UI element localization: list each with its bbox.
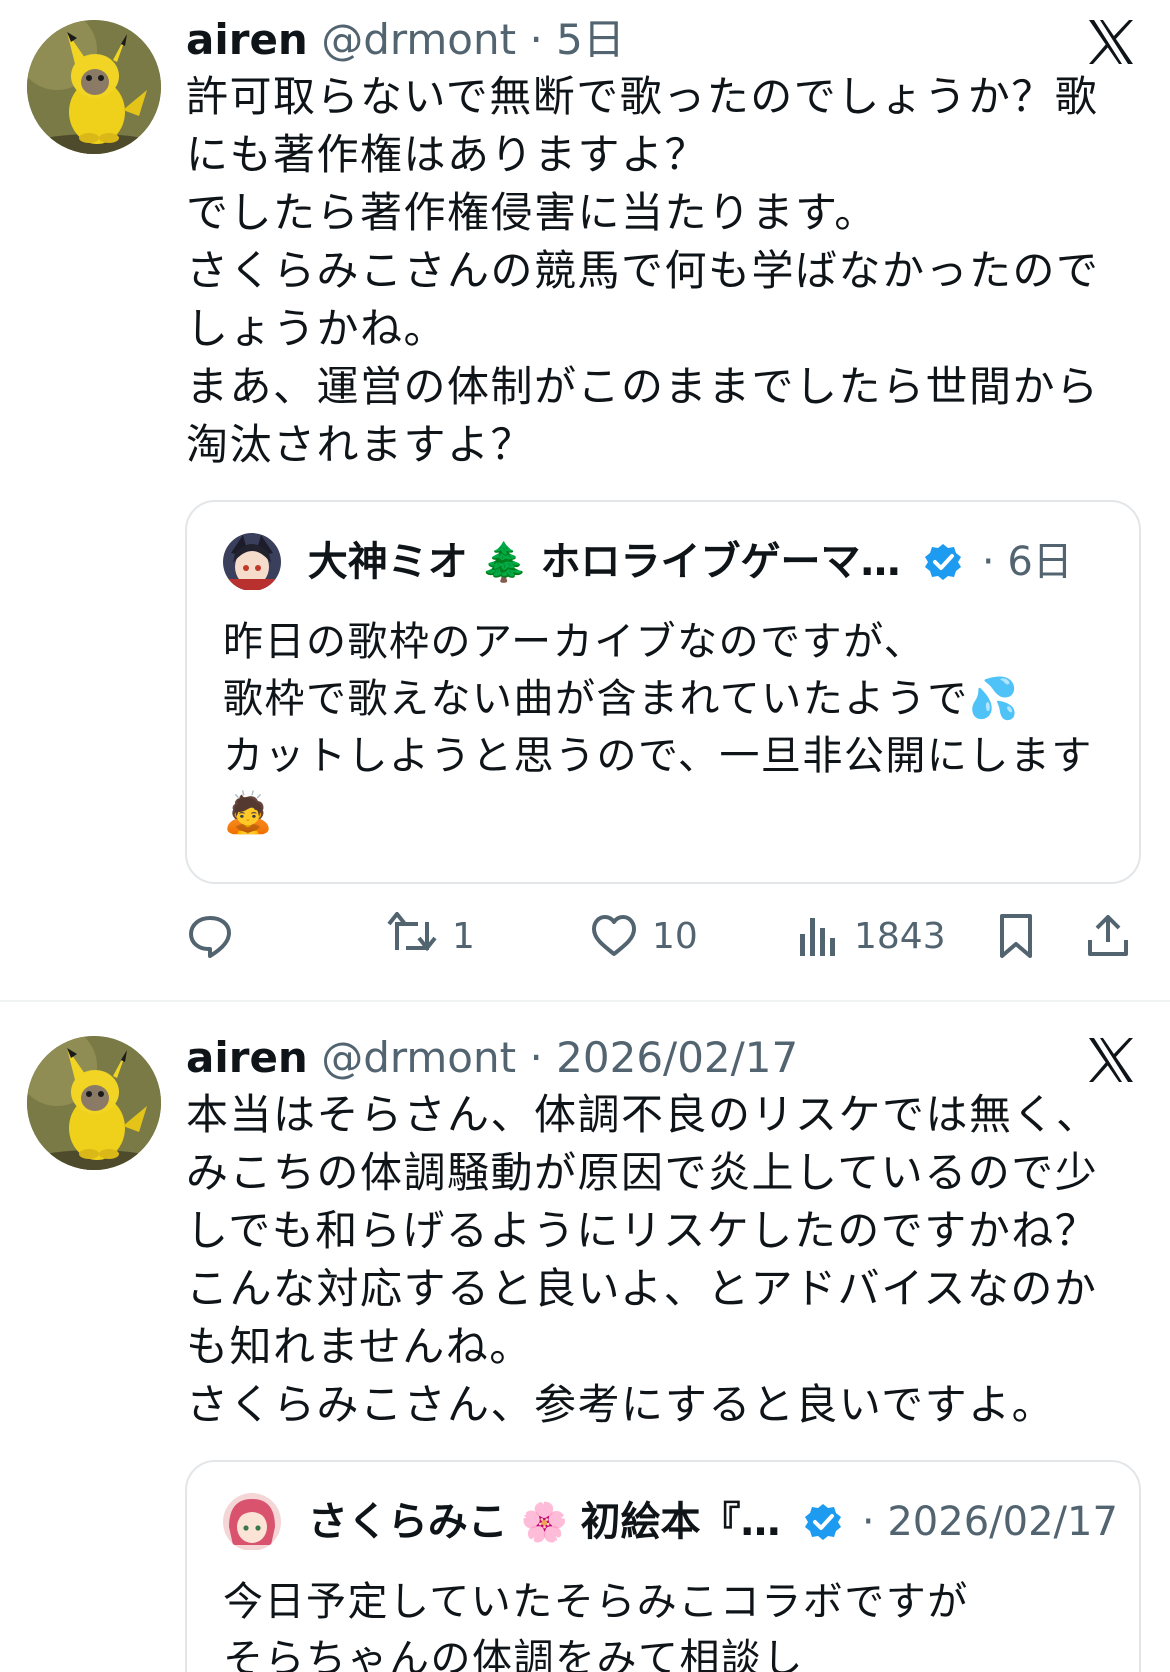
reply-button[interactable] <box>186 906 248 966</box>
cherry-blossom-emoji: 🌸 <box>520 1500 568 1544</box>
share-icon <box>1088 915 1128 956</box>
timestamp[interactable]: 5日 <box>556 15 625 64</box>
tweet-text: 本当はそらさん、体調不良のリスケでは無く、みこちの体調騒動が原因で炎上しているの… <box>186 1090 1100 1429</box>
like-icon <box>592 915 636 956</box>
quoted-tweet-header: さくらみこ 🌸 初絵本『… · 2026/02/17 <box>223 1490 1123 1550</box>
tweet[interactable]: airen @drmont · 5日 許可取らないで無断で歌ったのでしょうか？歌… <box>0 0 1170 1000</box>
quoted-timestamp[interactable]: 6日 <box>1007 539 1072 585</box>
quoted-tweet[interactable]: 大神ミオ 🌲 ホロライブゲーマ… · 6日 昨日の歌枠のアーカイブなのですが、 … <box>185 500 1141 884</box>
quoted-display-name[interactable]: 大神ミオ <box>308 539 468 585</box>
quoted-tweet-text: 今日予定していたそらみこコラボですが そらちゃんの体調をみて相談し <box>223 1579 969 1672</box>
avatar[interactable] <box>27 1036 161 1170</box>
quoted-avatar[interactable] <box>223 1493 281 1550</box>
avatar[interactable] <box>27 20 161 154</box>
quoted-tweet[interactable]: さくらみこ 🌸 初絵本『… · 2026/02/17 今日予定していたそらみこコ… <box>185 1460 1141 1672</box>
tweet-text: 許可取らないで無断で歌ったのでしょうか？歌にも著作権はありますよ？ でしたら著作… <box>186 72 1100 469</box>
quoted-tweet-text: 昨日の歌枠のアーカイブなのですが、 歌枠で歌えない曲が含まれていたようで💦 カッ… <box>223 619 1093 836</box>
tweet-header: airen @drmont · 2026/02/17 <box>186 1030 1050 1086</box>
quoted-avatar[interactable] <box>223 533 281 590</box>
x-logo-icon[interactable] <box>1085 1034 1137 1086</box>
tree-emoji: 🌲 <box>480 540 528 584</box>
quoted-timestamp[interactable]: 2026/02/17 <box>887 1499 1118 1545</box>
views-icon <box>800 918 835 956</box>
reply-icon <box>189 916 231 958</box>
quoted-display-name-rest[interactable]: ホロライブゲーマ… <box>540 539 900 585</box>
retweet-button[interactable]: 1 <box>386 906 475 966</box>
like-count: 10 <box>652 915 698 957</box>
views-button[interactable]: 1843 <box>796 906 946 966</box>
like-button[interactable]: 10 <box>590 906 698 966</box>
user-handle[interactable]: @drmont <box>321 1033 516 1082</box>
separator-dot: · <box>529 15 543 64</box>
quoted-display-name[interactable]: さくらみこ <box>308 1499 508 1545</box>
timestamp[interactable]: 2026/02/17 <box>556 1033 798 1082</box>
quoted-tweet-header: 大神ミオ 🌲 ホロライブゲーマ… · 6日 <box>223 530 1123 590</box>
verified-badge-icon <box>805 1504 842 1540</box>
verified-badge-icon <box>925 544 962 580</box>
x-logo-icon[interactable] <box>1085 16 1137 68</box>
tweet[interactable]: airen @drmont · 2026/02/17 本当はそらさん、体調不良の… <box>0 1002 1170 1672</box>
view-count: 1843 <box>854 915 946 957</box>
bookmark-icon <box>1000 914 1032 958</box>
display-name[interactable]: airen <box>186 15 308 64</box>
separator-dot: · <box>861 1499 875 1545</box>
separator-dot: · <box>981 539 995 585</box>
retweet-icon <box>387 912 437 952</box>
separator-dot: · <box>529 1033 543 1082</box>
share-button[interactable] <box>1084 906 1132 966</box>
tweet-actions: 1 10 1843 <box>186 906 1136 966</box>
tweet-header: airen @drmont · 5日 <box>186 12 1050 68</box>
bookmark-button[interactable] <box>994 906 1038 966</box>
timeline: airen @drmont · 5日 許可取らないで無断で歌ったのでしょうか？歌… <box>0 0 1170 1672</box>
display-name[interactable]: airen <box>186 1033 308 1082</box>
retweet-count: 1 <box>452 915 475 957</box>
quoted-display-name-rest[interactable]: 初絵本『… <box>580 1499 780 1545</box>
user-handle[interactable]: @drmont <box>321 15 516 64</box>
